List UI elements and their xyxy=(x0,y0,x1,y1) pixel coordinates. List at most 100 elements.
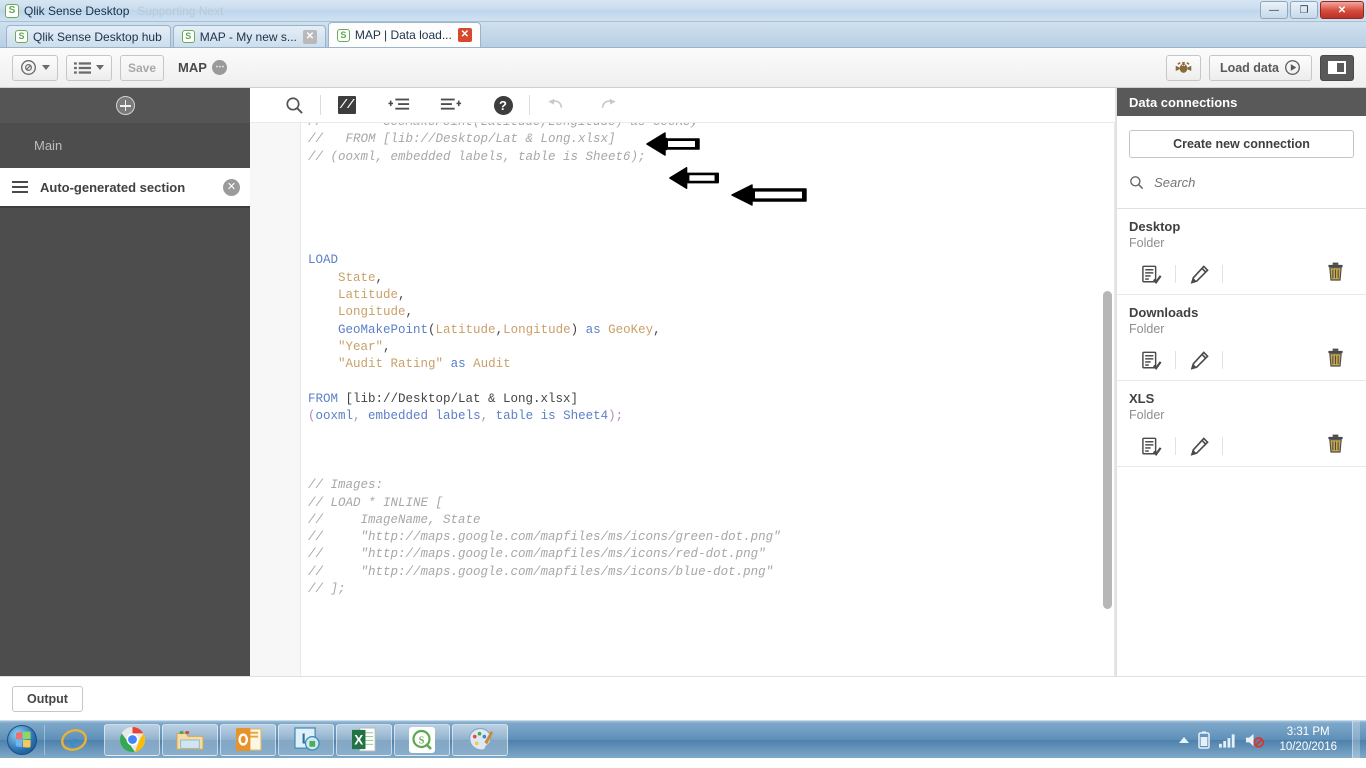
edit-icon[interactable] xyxy=(1176,436,1222,456)
code-lines-container[interactable]: 12 // GeoMakePoint(Latitude,Longitude) as… xyxy=(300,123,1115,676)
line-content[interactable]: LOAD xyxy=(300,252,1115,270)
connection-item-xls[interactable]: XLS Folder xyxy=(1117,381,1366,467)
connection-search[interactable] xyxy=(1129,168,1354,196)
taskbar-google-chrome[interactable] xyxy=(104,723,160,756)
line-content[interactable] xyxy=(300,235,1115,253)
show-desktop-button[interactable] xyxy=(1352,721,1360,759)
line-content[interactable]: // "http://maps.google.com/mapfiles/ms/i… xyxy=(300,546,1115,564)
code-line[interactable]: 35 // ImageName, State xyxy=(300,511,1115,530)
restore-button[interactable]: ❐ xyxy=(1290,1,1318,19)
create-new-connection-button[interactable]: Create new connection xyxy=(1129,130,1354,158)
taskbar-microsoft-paint[interactable] xyxy=(452,723,508,756)
code-line[interactable]: 23 Longitude, xyxy=(300,304,1115,322)
line-content[interactable] xyxy=(300,373,1115,391)
code-line[interactable]: 16 xyxy=(300,183,1115,201)
save-button[interactable]: Save xyxy=(120,54,165,81)
line-content[interactable]: GeoMakePoint(Latitude,Longitude) as GeoK… xyxy=(300,321,1115,339)
tab-data-load-editor[interactable]: S MAP | Data load... ✕ xyxy=(327,22,481,47)
network-signal-icon[interactable] xyxy=(1219,733,1236,748)
close-icon[interactable]: ✕ xyxy=(302,29,317,44)
code-line[interactable]: 37 // "http://maps.google.com/mapfiles/ms… xyxy=(300,546,1115,564)
line-content[interactable] xyxy=(300,425,1115,443)
vertical-scrollbar[interactable] xyxy=(1103,291,1112,609)
line-content[interactable]: // "http://maps.google.com/mapfiles/ms/i… xyxy=(300,563,1115,582)
select-data-icon[interactable] xyxy=(1129,265,1175,284)
line-content[interactable] xyxy=(300,183,1115,201)
line-content[interactable] xyxy=(300,217,1115,236)
indent-button[interactable] xyxy=(373,88,425,123)
code-line[interactable]: 22 Latitude, xyxy=(300,286,1115,305)
close-button[interactable]: ✕ xyxy=(1320,1,1364,19)
code-line[interactable]: 43 xyxy=(300,650,1115,668)
line-content[interactable] xyxy=(300,632,1115,651)
line-content[interactable]: (ooxml, embedded labels, table is Sheet4… xyxy=(300,408,1115,426)
code-line[interactable]: 29 (ooxml, embedded labels, table is Shee… xyxy=(300,408,1115,426)
code-line[interactable]: 39 // ]; xyxy=(300,581,1115,599)
line-content[interactable] xyxy=(300,200,1115,218)
code-line[interactable]: 18 xyxy=(300,217,1115,236)
line-content[interactable] xyxy=(300,442,1115,460)
clock[interactable]: 3:31 PM 10/20/2016 xyxy=(1273,725,1343,755)
line-content[interactable] xyxy=(300,650,1115,668)
code-line[interactable]: 13 // FROM [lib://Desktop/Lat & Long.xlsx… xyxy=(300,131,1115,149)
line-content[interactable]: Longitude, xyxy=(300,304,1115,322)
code-line[interactable]: 14 // (ooxml, embedded labels, table is S… xyxy=(300,148,1115,166)
start-button[interactable] xyxy=(0,722,44,758)
tab-map-sheet[interactable]: S MAP - My new s... ✕ xyxy=(172,25,326,47)
line-content[interactable]: // FROM [lib://Desktop/Lat & Long.xlsx] xyxy=(300,131,1115,149)
line-content[interactable] xyxy=(300,598,1115,616)
panel-toggle-button[interactable] xyxy=(1320,54,1354,81)
edit-icon[interactable] xyxy=(1176,350,1222,370)
help-button[interactable]: ? xyxy=(477,88,529,123)
add-section-button[interactable] xyxy=(0,88,250,123)
line-content[interactable]: // Images: xyxy=(300,477,1115,495)
delete-icon[interactable] xyxy=(1327,262,1354,286)
close-icon[interactable]: ✕ xyxy=(457,28,472,42)
select-data-icon[interactable] xyxy=(1129,437,1175,456)
outdent-button[interactable] xyxy=(425,88,477,123)
taskbar-microsoft-excel[interactable]: X xyxy=(336,723,392,756)
battery-icon[interactable] xyxy=(1198,731,1211,749)
load-data-button[interactable]: Load data xyxy=(1208,54,1312,81)
line-content[interactable]: // GeoMakePoint(Latitude,Longitude) as G… xyxy=(300,123,1115,132)
line-content[interactable]: // "http://maps.google.com/mapfiles/ms/i… xyxy=(300,529,1115,547)
code-line[interactable]: 30 xyxy=(300,425,1115,443)
line-content[interactable]: // (ooxml, embedded labels, table is She… xyxy=(300,148,1115,166)
tab-hub[interactable]: S Qlik Sense Desktop hub xyxy=(6,25,171,47)
code-line[interactable]: 12 // GeoMakePoint(Latitude,Longitude) as… xyxy=(300,123,1115,132)
code-line[interactable]: 15 xyxy=(300,165,1115,184)
redo-button[interactable] xyxy=(582,88,634,123)
taskbar-microsoft-outlook[interactable] xyxy=(220,723,276,756)
minimize-button[interactable]: — xyxy=(1260,1,1288,19)
code-line[interactable]: 32 xyxy=(300,459,1115,478)
code-line[interactable]: 40 xyxy=(300,598,1115,616)
line-content[interactable]: // ]; xyxy=(300,581,1115,599)
taskbar-microsoft-lync[interactable]: L xyxy=(278,723,334,756)
line-content[interactable] xyxy=(300,615,1115,633)
connection-item-desktop[interactable]: Desktop Folder xyxy=(1117,209,1366,295)
taskbar-qlik-sense[interactable]: S xyxy=(394,723,450,756)
code-line[interactable]: 42 xyxy=(300,632,1115,651)
line-content[interactable]: // LOAD * INLINE [ xyxy=(300,494,1115,512)
select-data-icon[interactable] xyxy=(1129,351,1175,370)
code-line[interactable]: 44 xyxy=(300,667,1115,676)
edit-icon[interactable] xyxy=(1176,264,1222,284)
debug-button[interactable] xyxy=(1165,54,1201,81)
code-line[interactable]: 34 // LOAD * INLINE [ xyxy=(300,494,1115,512)
code-line[interactable]: 17 xyxy=(300,200,1115,218)
code-viewport[interactable]: 12 // GeoMakePoint(Latitude,Longitude) as… xyxy=(250,123,1115,676)
code-line[interactable]: 36 // "http://maps.google.com/mapfiles/ms… xyxy=(300,529,1115,547)
undo-button[interactable] xyxy=(530,88,582,123)
show-hidden-icons-icon[interactable] xyxy=(1179,737,1190,743)
code-line[interactable]: 26 "Audit Rating" as Audit xyxy=(300,356,1115,374)
code-line[interactable]: 20 LOAD xyxy=(300,252,1115,270)
delete-icon[interactable] xyxy=(1327,348,1354,372)
delete-icon[interactable] xyxy=(1327,434,1354,458)
line-content[interactable]: // ImageName, State xyxy=(300,511,1115,530)
code-line[interactable]: 27 xyxy=(300,373,1115,391)
code-line[interactable]: 25 "Year", xyxy=(300,338,1115,357)
line-content[interactable]: State, xyxy=(300,269,1115,287)
taskbar-internet-explorer[interactable]: e xyxy=(46,724,102,756)
line-content[interactable]: "Audit Rating" as Audit xyxy=(300,356,1115,374)
line-content[interactable]: FROM [lib://Desktop/Lat & Long.xlsx] xyxy=(300,390,1115,409)
